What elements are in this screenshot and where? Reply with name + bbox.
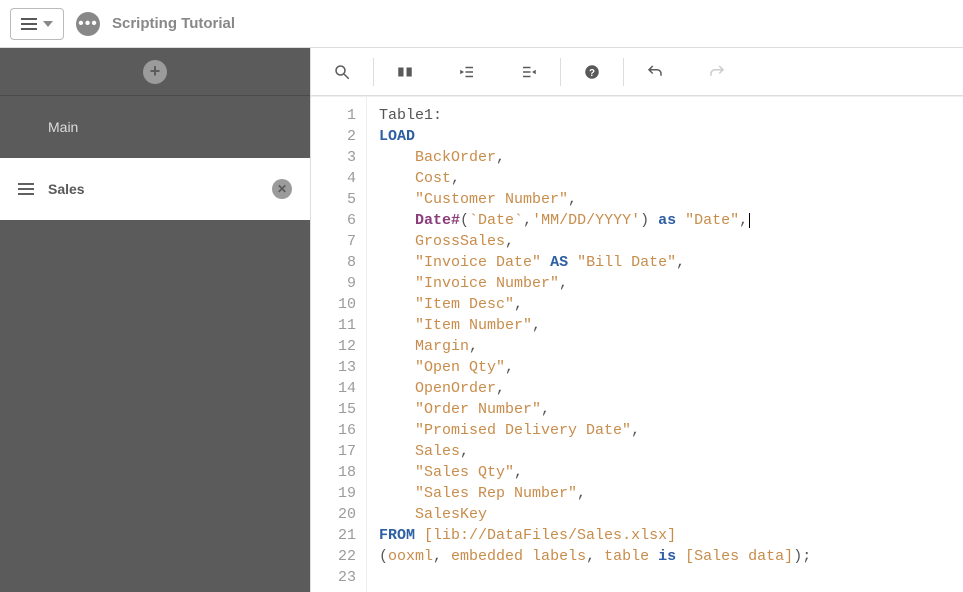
svg-text:?: ? [589,67,595,78]
hamburger-icon [21,15,37,33]
redo-icon [708,63,726,81]
section-label: Sales [48,181,272,197]
line-number: 20 [311,504,356,525]
indent-icon [458,63,476,81]
sidebar-header: + [0,48,310,96]
code-line[interactable]: "Sales Qty", [379,462,963,483]
code-line[interactable]: "Customer Number", [379,189,963,210]
code-line[interactable]: Margin, [379,336,963,357]
line-number: 8 [311,252,356,273]
line-number: 4 [311,168,356,189]
line-number: 17 [311,441,356,462]
add-section-button[interactable]: + [143,60,167,84]
drag-handle-icon [18,180,34,198]
editor-toolbar: ? [311,48,963,96]
help-button[interactable]: ? [561,48,623,96]
close-section-button[interactable]: ✕ [272,179,292,199]
help-icon: ? [583,63,601,81]
code-line[interactable]: "Promised Delivery Date", [379,420,963,441]
code-line[interactable]: "Invoice Date" AS "Bill Date", [379,252,963,273]
line-number: 23 [311,567,356,588]
code-line[interactable]: Date#(`Date`,'MM/DD/YYYY') as "Date", [379,210,963,231]
line-number: 21 [311,525,356,546]
code-line[interactable]: "Item Desc", [379,294,963,315]
line-number: 14 [311,378,356,399]
code-content[interactable]: Table1:LOAD BackOrder, Cost, "Customer N… [367,97,963,592]
line-number: 10 [311,294,356,315]
redo-button[interactable] [686,48,748,96]
comment-icon [396,63,414,81]
line-number: 11 [311,315,356,336]
outdent-button[interactable] [498,48,560,96]
line-number: 3 [311,147,356,168]
top-bar: ••• Scripting Tutorial [0,0,963,48]
search-icon [333,63,351,81]
code-line[interactable]: BackOrder, [379,147,963,168]
editor-area: ? 1234567891011121314151617181920212223 … [310,48,963,592]
sidebar: + Main Sales ✕ [0,48,310,592]
line-number: 13 [311,357,356,378]
indent-button[interactable] [436,48,498,96]
code-line[interactable] [379,567,963,588]
line-number: 22 [311,546,356,567]
line-gutter: 1234567891011121314151617181920212223 [311,97,367,592]
line-number: 9 [311,273,356,294]
search-button[interactable] [311,48,373,96]
chevron-down-icon [43,21,53,27]
line-number: 2 [311,126,356,147]
line-number: 5 [311,189,356,210]
section-item-main[interactable]: Main [0,96,310,158]
code-line[interactable]: FROM [lib://DataFiles/Sales.xlsx] [379,525,963,546]
line-number: 6 [311,210,356,231]
line-number: 15 [311,399,356,420]
line-number: 1 [311,105,356,126]
code-line[interactable]: "Order Number", [379,399,963,420]
code-line[interactable]: "Open Qty", [379,357,963,378]
line-number: 7 [311,231,356,252]
app-icon: ••• [76,12,100,36]
code-line[interactable]: "Sales Rep Number", [379,483,963,504]
code-line[interactable]: Cost, [379,168,963,189]
code-line[interactable]: "Item Number", [379,315,963,336]
app-title: Scripting Tutorial [112,15,235,32]
code-editor[interactable]: 1234567891011121314151617181920212223 Ta… [311,96,963,592]
comment-button[interactable] [374,48,436,96]
undo-button[interactable] [624,48,686,96]
code-line[interactable]: OpenOrder, [379,378,963,399]
line-number: 18 [311,462,356,483]
code-line[interactable]: (ooxml, embedded labels, table is [Sales… [379,546,963,567]
section-label: Main [18,119,292,135]
code-line[interactable]: Sales, [379,441,963,462]
code-line[interactable]: SalesKey [379,504,963,525]
line-number: 19 [311,483,356,504]
code-line[interactable]: Table1: [379,105,963,126]
line-number: 12 [311,336,356,357]
code-line[interactable]: LOAD [379,126,963,147]
line-number: 16 [311,420,356,441]
menu-button[interactable] [10,8,64,40]
section-item-sales[interactable]: Sales ✕ [0,158,310,220]
code-line[interactable]: "Invoice Number", [379,273,963,294]
outdent-icon [520,63,538,81]
undo-icon [646,63,664,81]
code-line[interactable]: GrossSales, [379,231,963,252]
